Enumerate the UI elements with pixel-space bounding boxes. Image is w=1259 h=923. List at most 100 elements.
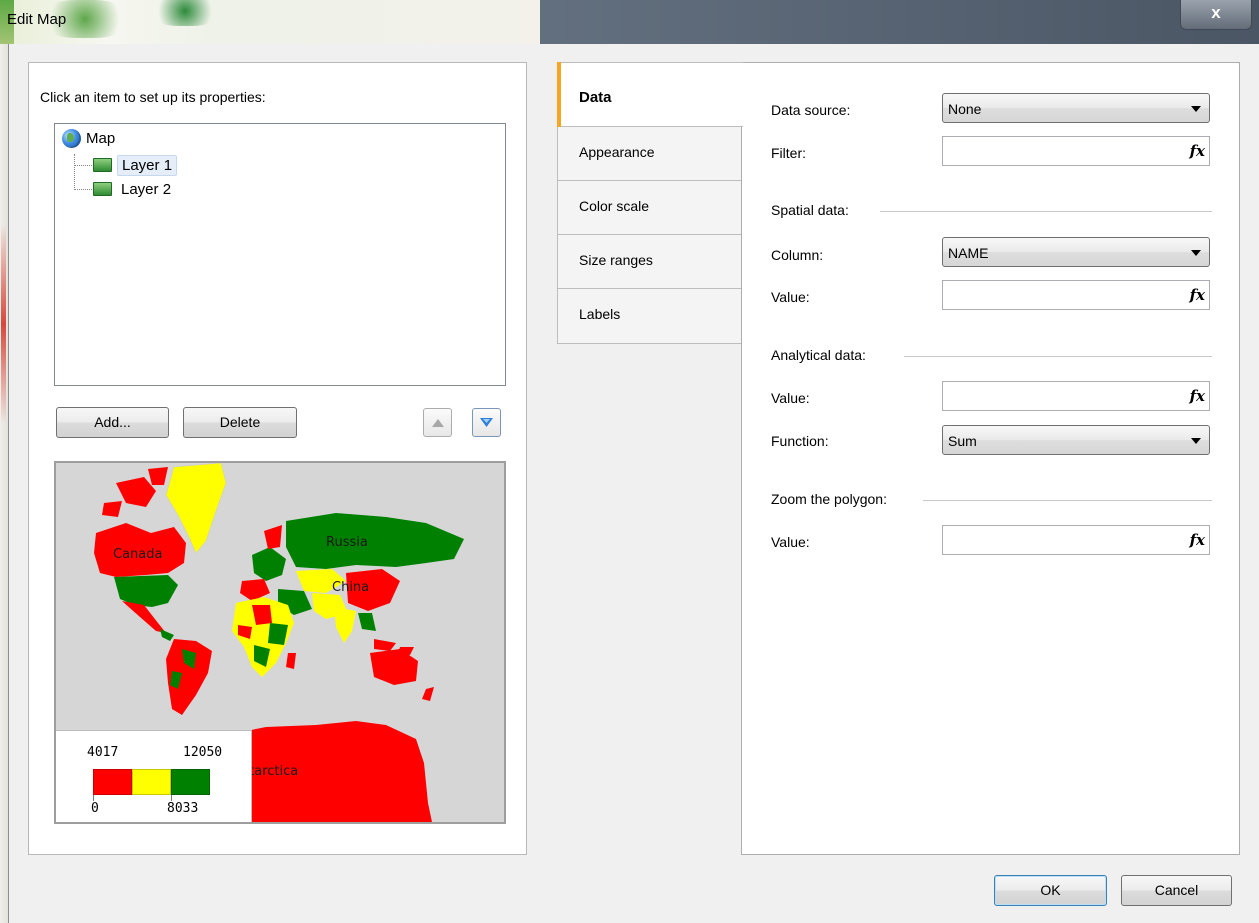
arctic-islands: [116, 477, 156, 507]
close-icon: x: [1211, 3, 1221, 22]
select-value: Sum: [948, 433, 977, 449]
column-select[interactable]: NAME: [942, 237, 1210, 267]
australia: [370, 649, 418, 685]
filter-input[interactable]: [946, 138, 1180, 166]
central-america: [160, 629, 174, 641]
spatial-value-input[interactable]: [946, 282, 1180, 310]
function-label: Function:: [771, 433, 829, 449]
map-label-china: China: [332, 580, 370, 595]
tree-connector: [74, 154, 75, 190]
scandinavia: [264, 525, 282, 549]
legend-value: 4017: [87, 745, 119, 760]
cancel-button[interactable]: Cancel: [1121, 875, 1232, 906]
arrow-up-icon: [431, 418, 444, 427]
spatial-data-header: Spatial data:: [771, 202, 849, 218]
tab-label: Labels: [579, 306, 621, 322]
india: [334, 607, 356, 643]
legend-swatch-mid: [132, 769, 171, 795]
filter-field: fx: [942, 136, 1210, 166]
tab-label: Appearance: [579, 144, 655, 160]
tree-item-layer-1[interactable]: Layer 1: [93, 154, 178, 176]
legend-swatch-high: [171, 769, 210, 795]
tree-connector: [74, 189, 92, 190]
tree-item-map[interactable]: Map: [62, 127, 115, 149]
function-editor-icon[interactable]: fx: [1190, 531, 1205, 549]
section-divider: [904, 356, 1212, 357]
tab-label: Size ranges: [579, 252, 653, 268]
new-zealand: [422, 687, 434, 701]
tree-item-label: Map: [86, 129, 116, 147]
globe-icon: [62, 128, 81, 148]
window-title: Edit Map: [7, 11, 67, 28]
map-preview: Canada Russia China Antarctica 4017 1205…: [54, 461, 506, 824]
layer-icon: [93, 158, 112, 172]
zoom-value-label: Value:: [771, 534, 810, 550]
tree-connector: [74, 165, 92, 166]
legend-value: 0: [91, 801, 99, 816]
function-editor-icon[interactable]: fx: [1190, 142, 1205, 160]
function-editor-icon[interactable]: fx: [1190, 387, 1205, 405]
southeast-asia: [358, 613, 376, 631]
column-label: Column:: [771, 247, 824, 263]
tree-item-label: Layer 2: [121, 180, 172, 198]
legend-value: 8033: [167, 801, 199, 816]
tree-item-label: Layer 1: [117, 154, 178, 176]
map-label-russia: Russia: [326, 535, 368, 550]
tree-item-layer-2[interactable]: Layer 2: [93, 178, 175, 200]
legend-swatch-low: [93, 769, 132, 795]
europe: [252, 547, 286, 581]
madagascar: [286, 653, 296, 669]
tab-label: Data: [579, 89, 612, 106]
mexico: [122, 601, 166, 633]
dialog-client-area: Click an item to set up its properties: …: [9, 44, 1259, 923]
section-divider: [880, 211, 1212, 212]
tab-size-ranges[interactable]: Size ranges: [557, 234, 743, 289]
data-source-label: Data source:: [771, 102, 851, 118]
window-left-border: [0, 44, 9, 923]
filter-label: Filter:: [771, 145, 806, 161]
zoom-value-field: fx: [942, 525, 1210, 555]
tab-appearance[interactable]: Appearance: [557, 126, 743, 181]
analytical-value-field: fx: [942, 381, 1210, 411]
ok-button[interactable]: OK: [994, 875, 1107, 906]
map-label-canada: Canada: [113, 547, 163, 562]
indonesia: [374, 639, 396, 651]
layers-tree[interactable]: Map Layer 1 Layer 2: [54, 123, 506, 386]
legend-value: 12050: [183, 745, 223, 760]
function-editor-icon[interactable]: fx: [1190, 286, 1205, 304]
zoom-value-input[interactable]: [946, 527, 1180, 555]
tab-label: Color scale: [579, 198, 650, 214]
select-value: NAME: [948, 245, 989, 261]
analytical-value-label: Value:: [771, 390, 810, 406]
analytical-data-header: Analytical data:: [771, 347, 866, 363]
instruction-text: Click an item to set up its properties:: [40, 89, 266, 105]
section-divider: [923, 500, 1212, 501]
analytical-value-input[interactable]: [946, 383, 1180, 411]
layer-icon: [93, 182, 112, 196]
move-down-button[interactable]: [472, 408, 501, 437]
title-bar-background: [0, 0, 540, 44]
color-scale-legend: 4017 12050 0 8033: [56, 730, 252, 822]
select-value: None: [948, 101, 982, 117]
function-select[interactable]: Sum: [942, 425, 1210, 455]
tab-data[interactable]: Data: [557, 62, 743, 127]
arctic-islands: [102, 501, 122, 517]
tab-labels[interactable]: Labels: [557, 288, 743, 344]
properties-panel: [741, 62, 1240, 855]
chevron-down-icon: [1191, 106, 1201, 112]
arctic-islands: [148, 467, 168, 485]
tab-color-scale[interactable]: Color scale: [557, 180, 743, 235]
spatial-value-label: Value:: [771, 289, 810, 305]
zoom-polygon-header: Zoom the polygon:: [771, 491, 887, 507]
data-source-select[interactable]: None: [942, 93, 1210, 123]
chevron-down-icon: [1191, 438, 1201, 444]
chevron-down-icon: [1191, 250, 1201, 256]
title-bar: Edit Map x: [0, 0, 1259, 44]
move-up-button[interactable]: [423, 408, 452, 437]
close-button[interactable]: x: [1180, 0, 1252, 30]
add-button[interactable]: Add...: [56, 407, 169, 438]
arrow-down-icon: [480, 418, 493, 427]
delete-button[interactable]: Delete: [183, 407, 297, 438]
russia: [286, 513, 464, 569]
spatial-value-field: fx: [942, 280, 1210, 310]
